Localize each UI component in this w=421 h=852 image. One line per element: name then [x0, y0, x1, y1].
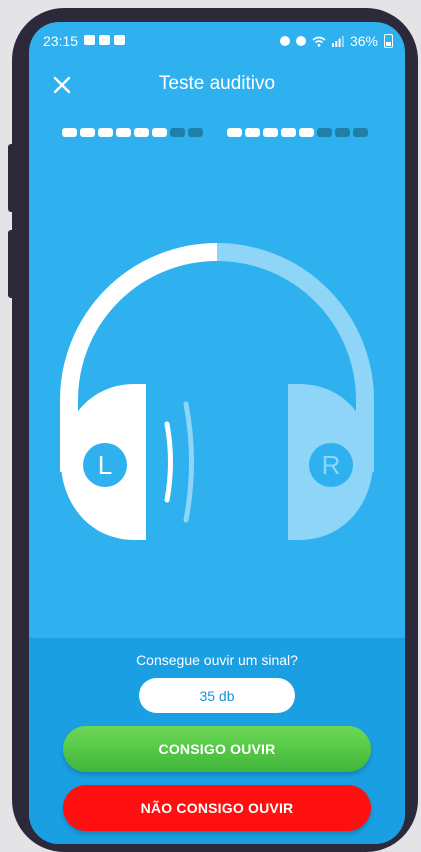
- cannot-hear-button[interactable]: NÃO CONSIGO OUVIR: [63, 785, 371, 831]
- right-progress-segment: [299, 128, 314, 137]
- right-ear-label: R: [322, 450, 341, 480]
- page-title: Teste auditivo: [158, 73, 276, 94]
- sound-wave-inner: [164, 421, 173, 503]
- headphones-illustration: L R: [60, 243, 374, 540]
- phone-side-button: [8, 144, 18, 212]
- left-progress-segment: [80, 128, 95, 137]
- mute-icon: [295, 36, 306, 46]
- left-ear-progress: [62, 128, 203, 137]
- right-progress-segment: [281, 128, 296, 137]
- left-progress-segment: [98, 128, 113, 137]
- right-progress-segment: [317, 128, 332, 137]
- bottom-panel: Consegue ouvir um sinal? 35 db CONSIGO O…: [29, 638, 405, 844]
- status-time: 23:15: [43, 33, 79, 49]
- right-ear-progress: [227, 128, 368, 137]
- left-ear-label: L: [98, 450, 112, 480]
- sound-wave-outer: [183, 401, 194, 523]
- signal-icon: [331, 35, 344, 47]
- message-notification-icon: [114, 35, 125, 45]
- left-progress-segment: [188, 128, 203, 137]
- decibel-level: 35 db: [139, 678, 295, 713]
- phone-side-button: [8, 230, 18, 298]
- battery-percentage: 36%: [349, 33, 378, 49]
- right-progress-segment: [227, 128, 242, 137]
- wifi-icon: [312, 36, 326, 47]
- question-text: Consegue ouvir um sinal?: [136, 652, 298, 668]
- left-progress-segment: [152, 128, 167, 137]
- left-progress-segment: [62, 128, 77, 137]
- right-progress-segment: [263, 128, 278, 137]
- right-progress-segment: [353, 128, 368, 137]
- left-progress-segment: [116, 128, 131, 137]
- alarm-icon: [279, 36, 290, 46]
- left-progress-segment: [134, 128, 149, 137]
- right-progress-segment: [335, 128, 350, 137]
- status-icons: 36%: [279, 33, 393, 49]
- notification-icons: [84, 35, 125, 45]
- header: Teste auditivo: [29, 62, 405, 108]
- right-progress-segment: [245, 128, 260, 137]
- image-notification-icon: [84, 35, 95, 45]
- app-notification-icon: [99, 35, 110, 45]
- battery-icon: [384, 34, 393, 48]
- app-screen: 23:15 36% Teste auditivo L R Consegue ou…: [29, 22, 405, 844]
- left-progress-segment: [170, 128, 185, 137]
- can-hear-button[interactable]: CONSIGO OUVIR: [63, 726, 371, 772]
- status-bar: 23:15 36%: [29, 22, 405, 62]
